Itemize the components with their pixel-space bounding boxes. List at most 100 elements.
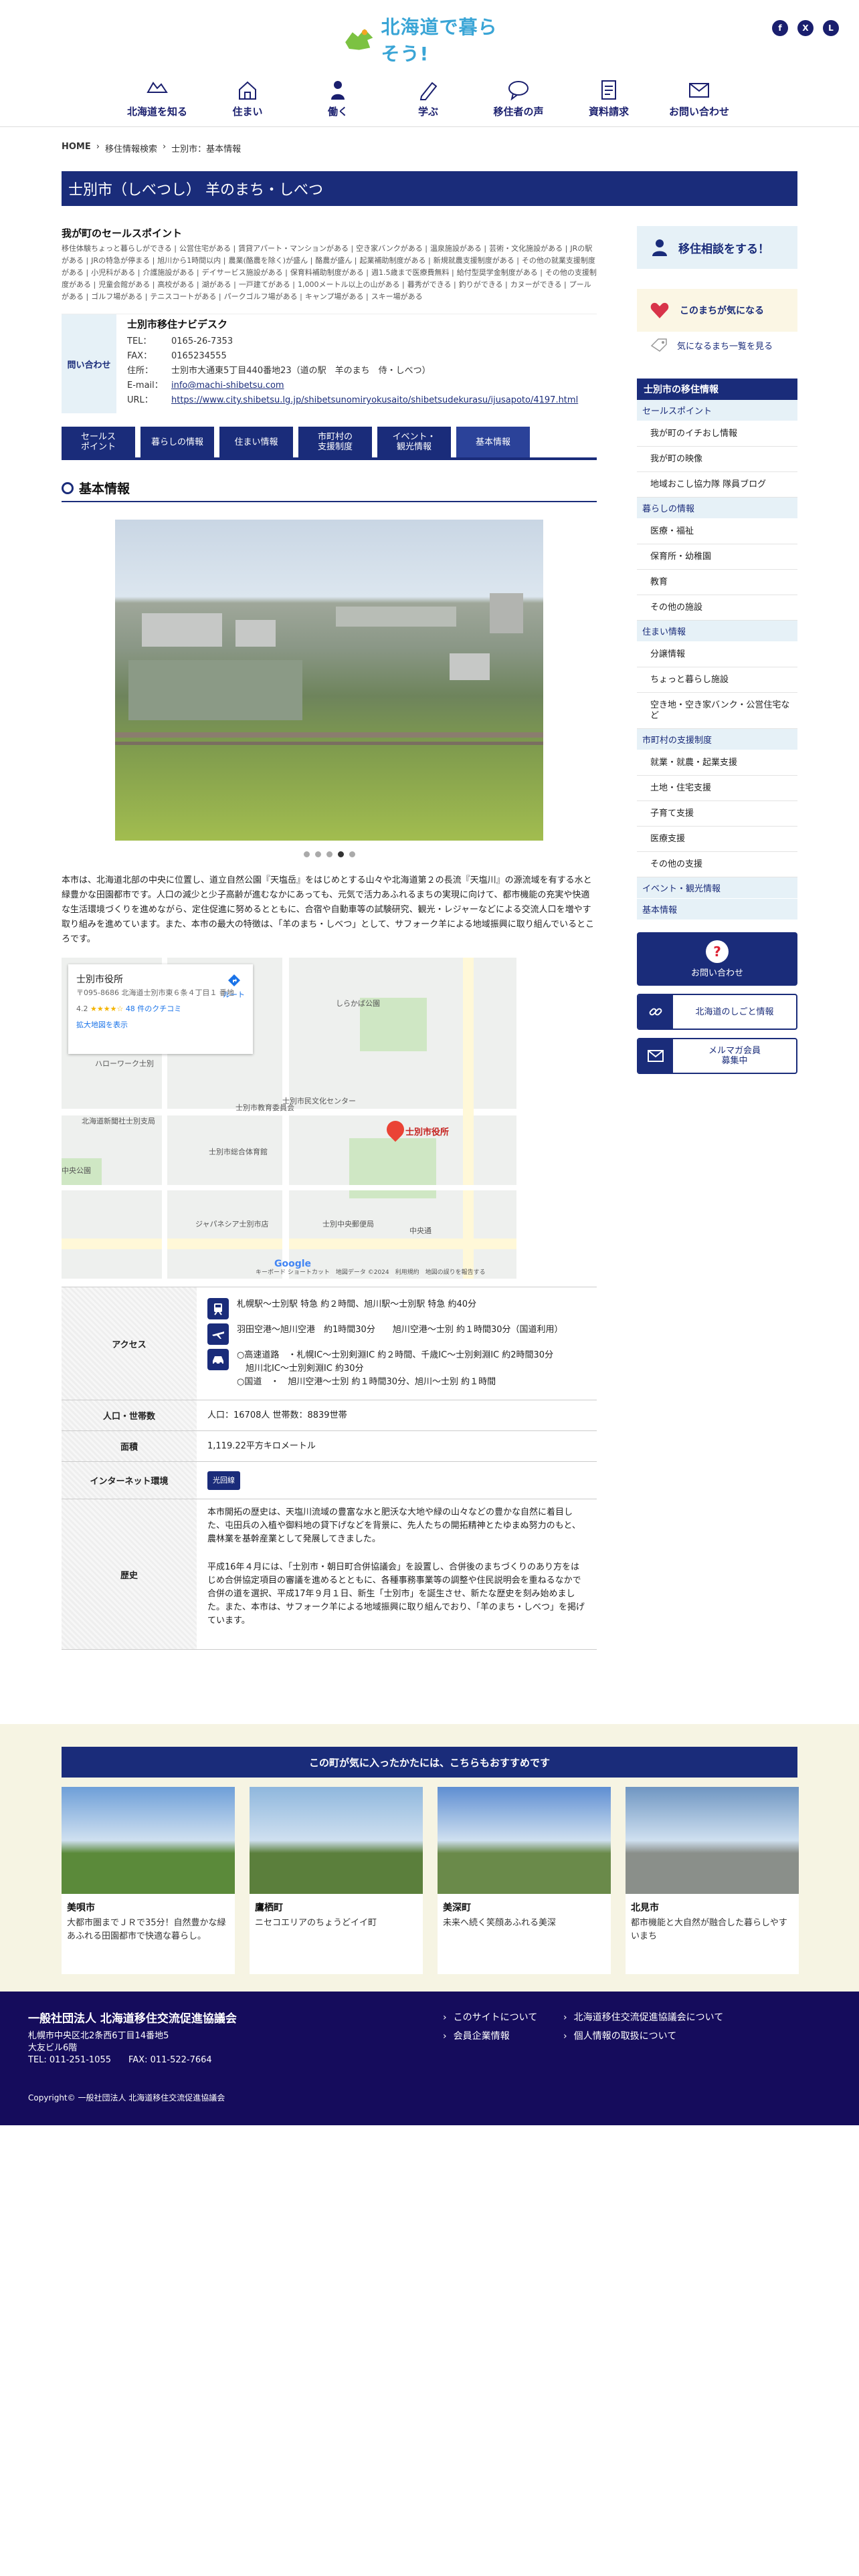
- line-icon[interactable]: L: [823, 20, 839, 36]
- side-menu-item[interactable]: 我が町のイチおし情報: [637, 421, 797, 447]
- google-map[interactable]: 士別市役所 〒095-8686 北海道士別市東６条４丁目１ 番地 4.2 ★★★…: [62, 958, 516, 1279]
- info-tab[interactable]: 市町村の 支援制度: [298, 427, 372, 457]
- route-button[interactable]: ルート: [223, 974, 245, 1000]
- sales-point-tag: JRの特急が停まる |: [91, 256, 155, 265]
- map-label: ハローワーク士別: [95, 1059, 154, 1068]
- info-tab[interactable]: 住まい情報: [219, 427, 293, 457]
- sales-points-tags: 移住体験ちょっと暮らしができる | 公営住宅がある | 賃貸アパート・マンションがあ…: [62, 243, 597, 303]
- side-menu-category[interactable]: 市町村の支援制度: [637, 729, 797, 750]
- side-menu-category[interactable]: 住まい情報: [637, 621, 797, 642]
- facebook-icon[interactable]: f: [772, 20, 788, 36]
- breadcrumb-sep: ›: [96, 142, 100, 152]
- sales-point-tag: パークゴルフ場がある |: [223, 292, 302, 301]
- town-photo[interactable]: [115, 520, 543, 841]
- email-link[interactable]: info@machi-shibetsu.com: [171, 379, 586, 393]
- side-menu-item[interactable]: 子育て支援: [637, 801, 797, 827]
- access-item: ○高速道路 ・札幌IC〜士別剣淵IC 約２時間、千歳IC〜士別剣淵IC 約2時間…: [207, 1349, 586, 1389]
- side-menu-item[interactable]: 保育所・幼稚園: [637, 544, 797, 570]
- nav-item[interactable]: 資料請求: [565, 79, 652, 118]
- job-info-button[interactable]: 北海道のしごと情報: [637, 994, 797, 1030]
- email-key: E-mail：: [127, 381, 163, 391]
- slider-dot[interactable]: [349, 851, 355, 857]
- history-cell: 本市開拓の歴史は、天塩川流域の豊富な水と肥沃な大地や緑の山々などの豊かな自然に着…: [197, 1499, 597, 1649]
- info-tab[interactable]: セールス ポイント: [62, 427, 135, 457]
- sales-point-tag: テニスコートがある |: [150, 292, 221, 301]
- footer-link[interactable]: 個人情報の取扱について: [563, 2029, 777, 2042]
- footer-copyright: Copyright© 一般社団法人 北海道移住交流促進協議会: [28, 2093, 225, 2103]
- side-menu-item[interactable]: 空き地・空き家バンク・公営住宅など: [637, 693, 797, 729]
- favorite-list-link[interactable]: 気になるまち一覧を見る: [637, 332, 797, 358]
- recommend-card-desc: 未来へ続く笑顔あふれる美深: [443, 1918, 557, 1928]
- recommend-card[interactable]: 美深町 未来へ続く笑顔あふれる美深: [438, 1787, 611, 1974]
- sales-point-tag: スキー場がある: [371, 292, 423, 301]
- info-tab[interactable]: イベント・ 観光情報: [377, 427, 451, 457]
- speech-icon: [508, 81, 529, 100]
- side-menu-category[interactable]: 暮らしの情報: [637, 498, 797, 519]
- nav-item[interactable]: 住まい: [204, 79, 291, 118]
- side-menu-item[interactable]: 分譲情報: [637, 642, 797, 667]
- sales-point-tag: 暮秀ができる |: [407, 280, 456, 289]
- recommend-card-desc: ニセコエリアのちょうどイイ町: [255, 1918, 377, 1928]
- nav-item[interactable]: 働く: [294, 79, 381, 118]
- side-menu-item[interactable]: その他の施設: [637, 595, 797, 621]
- nav-item[interactable]: 学ぶ: [385, 79, 472, 118]
- recommend-card-desc: 大都市圏までＪＲで35分！自然豊かな緑あふれる田園都市で快適な暮らし。: [67, 1918, 226, 1941]
- side-menu-item[interactable]: 土地・住宅支援: [637, 776, 797, 801]
- history-header: 歴史: [62, 1499, 197, 1649]
- access-text: 羽田空港〜旭川空港 約1時間30分 旭川空港〜士別 約１時間30分（国道利用）: [237, 1325, 563, 1335]
- site-logo[interactable]: 北海道で暮らそう!: [343, 16, 516, 65]
- nav-item[interactable]: お問い合わせ: [656, 79, 743, 118]
- side-menu-item[interactable]: その他の支援: [637, 852, 797, 877]
- slider-dot[interactable]: [314, 851, 321, 857]
- side-menu-category[interactable]: セールスポイント: [637, 400, 797, 421]
- enlarge-map-link[interactable]: 拡大地図を表示: [76, 1019, 245, 1030]
- side-menu-item[interactable]: 教育: [637, 570, 797, 595]
- sales-point-tag: 保育料補助制度がある |: [290, 268, 369, 277]
- side-menu-item[interactable]: 医療・福祉: [637, 519, 797, 544]
- footer-link[interactable]: このサイトについて: [443, 2010, 563, 2024]
- side-menu-item[interactable]: 就業・就農・起業支援: [637, 750, 797, 776]
- recommend-card[interactable]: 北見市 都市機能と大自然が融合した暮らしやすいまち: [626, 1787, 799, 1974]
- slider-dot[interactable]: [303, 851, 310, 857]
- access-header: アクセス: [62, 1287, 197, 1400]
- hokkaido-logo-icon: [345, 29, 373, 50]
- nav-item-label: 住まい: [232, 106, 263, 118]
- sales-point-tag: 農業(酪農を除く)が盛ん |: [228, 256, 313, 265]
- favorite-button[interactable]: このまちが気になる: [637, 289, 797, 332]
- contact-body: 士別市移住ナビデスク TEL： 0165-26-7353 FAX： 01652345…: [116, 314, 597, 413]
- recommend-card[interactable]: 鷹栖町 ニセコエリアのちょうどイイ町: [250, 1787, 423, 1974]
- footer-link[interactable]: 会員企業情報: [443, 2029, 563, 2042]
- slider-dot[interactable]: [326, 851, 332, 857]
- side-menu-item[interactable]: ちょっと暮らし施設: [637, 667, 797, 693]
- consult-button[interactable]: 移住相談をする！: [637, 226, 797, 269]
- internet-cell: 光回線: [197, 1462, 597, 1499]
- table-row: 人口・世帯数 人口：16708人 世帯数：8839世帯: [62, 1400, 597, 1431]
- recommend-card[interactable]: 美唄市 大都市圏までＪＲで35分！自然豊かな緑あふれる田園都市で快適な暮らし。: [62, 1787, 235, 1974]
- side-menu-category[interactable]: 基本情報: [637, 899, 797, 920]
- internet-header: インターネット環境: [62, 1462, 197, 1499]
- site-header: 北海道で暮らそう! fXL 北海道を知る 住まい 働く 学ぶ 移住者の声 資料請求 お問い合…: [0, 0, 859, 127]
- sales-point-tag: 賃貸アパート・マンションがある |: [238, 244, 354, 253]
- sales-point-tag: 高校がある |: [157, 280, 199, 289]
- side-menu-item[interactable]: 我が町の映像: [637, 447, 797, 472]
- table-row: 面積 1,119.22平方キロメートル: [62, 1431, 597, 1462]
- breadcrumb-home[interactable]: HOME: [62, 142, 91, 154]
- info-tab[interactable]: 基本情報: [456, 427, 530, 457]
- side-menu-item[interactable]: 地域おこし協力隊 隊員ブログ: [637, 472, 797, 498]
- footer-link[interactable]: 北海道移住交流促進協議会について: [563, 2010, 777, 2024]
- side-menu-category[interactable]: イベント・観光情報: [637, 877, 797, 899]
- nav-item[interactable]: 移住者の声: [475, 79, 562, 118]
- breadcrumb-search[interactable]: 移住情報検索: [105, 142, 157, 154]
- slider-dot[interactable]: [337, 851, 344, 857]
- review-link[interactable]: 48 件のクチコミ: [126, 1004, 182, 1013]
- inquiry-button[interactable]: ? お問い合わせ: [637, 932, 797, 986]
- side-menu-item[interactable]: 医療支援: [637, 827, 797, 852]
- recommend-section: この町が気に入ったかたには、こちらもおすすめです 美唄市 大都市圏までＪＲで35分…: [0, 1724, 859, 1992]
- mailmag-label: メルマガ会員 募集中: [708, 1046, 761, 1066]
- info-tab[interactable]: 暮らしの情報: [140, 427, 214, 457]
- address-key: 住所：: [127, 366, 154, 376]
- url-link[interactable]: https://www.city.shibetsu.lg.jp/shibetsu…: [171, 393, 586, 408]
- x-icon[interactable]: X: [797, 20, 814, 36]
- mailmag-button[interactable]: メルマガ会員 募集中: [637, 1038, 797, 1074]
- nav-item[interactable]: 北海道を知る: [114, 79, 201, 118]
